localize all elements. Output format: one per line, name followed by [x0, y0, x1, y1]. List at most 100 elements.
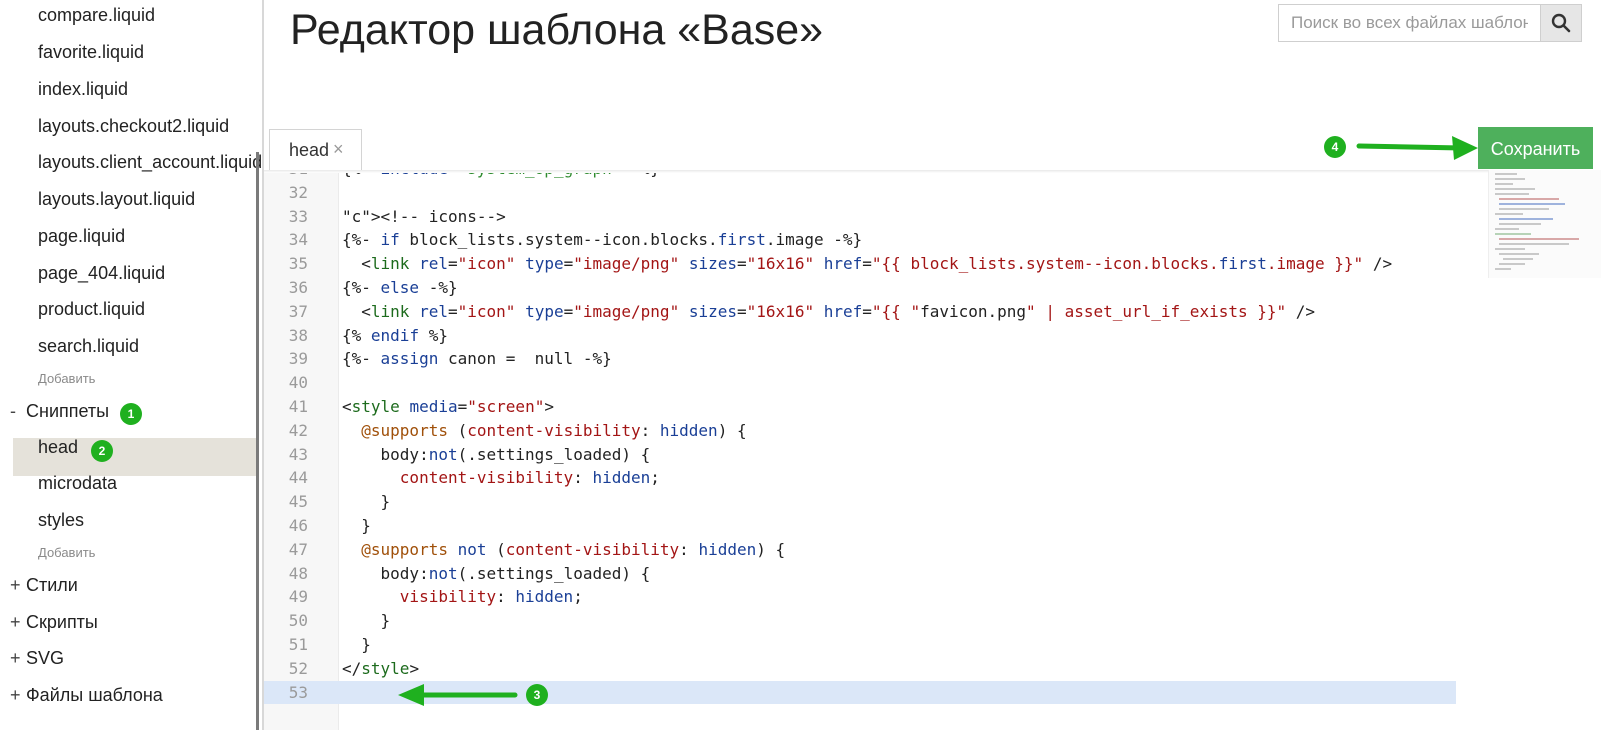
- code-text[interactable]: <link rel="icon" type="image/png" sizes=…: [342, 252, 1392, 276]
- page-title: Редактор шаблона «Base»: [290, 6, 824, 54]
- code-line[interactable]: 36 {%- else -%}: [264, 276, 1580, 300]
- search-icon: [1551, 13, 1571, 33]
- marker-3: 3: [526, 684, 548, 706]
- section-snippets[interactable]: - Сниппеты: [10, 401, 109, 422]
- snippet-item-microdata[interactable]: microdata: [38, 473, 117, 494]
- code-line[interactable]: 43 body:not(.settings_loaded) {: [264, 443, 1580, 467]
- code-line[interactable]: 42 @supports (content-visibility: hidden…: [264, 419, 1580, 443]
- section-label: Стили: [26, 575, 78, 595]
- save-button[interactable]: Сохранить: [1478, 127, 1593, 169]
- code-text[interactable]: </style>: [342, 657, 419, 681]
- code-lines[interactable]: 31{%- include 'system_op_graph' -%}3233"…: [264, 170, 1580, 705]
- code-text[interactable]: @supports (content-visibility: hidden) {: [342, 419, 746, 443]
- code-text[interactable]: body:not(.settings_loaded) {: [342, 443, 651, 467]
- code-line[interactable]: 48 body:not(.settings_loaded) {: [264, 562, 1580, 586]
- line-number: 38: [288, 325, 308, 345]
- code-line[interactable]: 50 }: [264, 609, 1580, 633]
- code-text[interactable]: }: [342, 514, 371, 538]
- file-sidebar: compare.liquid favorite.liquid index.liq…: [0, 0, 263, 730]
- file-item-layouts-checkout2[interactable]: layouts.checkout2.liquid: [38, 116, 229, 137]
- file-item-layouts-client-account[interactable]: layouts.client_account.liquid: [38, 152, 262, 173]
- code-text[interactable]: }: [342, 609, 391, 633]
- snippet-item-head[interactable]: head: [38, 437, 78, 458]
- add-snippet-link[interactable]: Добавить: [38, 545, 95, 560]
- code-text[interactable]: @supports not (content-visibility: hidde…: [342, 538, 785, 562]
- code-text[interactable]: body:not(.settings_loaded) {: [342, 562, 651, 586]
- line-number: 49: [288, 587, 308, 607]
- file-item-layouts-layout[interactable]: layouts.layout.liquid: [38, 189, 195, 210]
- line-number: 50: [288, 611, 308, 631]
- code-text[interactable]: content-visibility: hidden;: [342, 466, 660, 490]
- search-input[interactable]: [1278, 4, 1540, 42]
- code-line[interactable]: 34 {%- if block_lists.system--icon.blocks…: [264, 228, 1580, 252]
- expand-toggle: +: [10, 612, 21, 632]
- code-line[interactable]: 51 }: [264, 633, 1580, 657]
- line-number: 44: [288, 468, 308, 488]
- code-text[interactable]: "c"><!-- icons-->: [342, 205, 506, 229]
- minimap-preview: [1495, 173, 1579, 270]
- code-line[interactable]: 33 "c"><!-- icons-->: [264, 205, 1580, 229]
- search-button[interactable]: [1540, 4, 1582, 42]
- file-item-favorite[interactable]: favorite.liquid: [38, 42, 144, 63]
- section-svg[interactable]: + SVG: [10, 648, 64, 669]
- close-icon[interactable]: ×: [333, 139, 344, 160]
- code-line[interactable]: 53: [264, 680, 1456, 705]
- section-label: Файлы шаблона: [26, 685, 163, 705]
- file-item-product[interactable]: product.liquid: [38, 299, 145, 320]
- code-line[interactable]: 41 <style media="screen">: [264, 395, 1580, 419]
- tab-head[interactable]: head ×: [269, 129, 362, 172]
- expand-toggle: +: [10, 575, 21, 595]
- expand-toggle: +: [10, 648, 21, 668]
- editor-top-shadow: [264, 170, 1580, 173]
- code-line[interactable]: 40: [264, 371, 1580, 395]
- code-line[interactable]: 32: [264, 181, 1580, 205]
- add-template-link[interactable]: Добавить: [38, 371, 95, 386]
- code-text[interactable]: {%- else -%}: [342, 276, 458, 300]
- line-number: 46: [288, 515, 308, 535]
- code-text[interactable]: <style media="screen">: [342, 395, 554, 419]
- code-line[interactable]: 35 <link rel="icon" type="image/png" siz…: [264, 252, 1580, 276]
- file-item-index[interactable]: index.liquid: [38, 79, 128, 100]
- file-item-page-404[interactable]: page_404.liquid: [38, 263, 165, 284]
- line-number: 45: [288, 492, 308, 512]
- line-number: 42: [288, 420, 308, 440]
- marker-4: 4: [1324, 136, 1346, 158]
- code-line[interactable]: 44 content-visibility: hidden;: [264, 466, 1580, 490]
- line-number: 39: [288, 349, 308, 369]
- line-number: 48: [288, 563, 308, 583]
- sidebar-scrollbar[interactable]: [256, 152, 259, 730]
- code-line[interactable]: 38 {% endif %}: [264, 324, 1580, 348]
- code-text[interactable]: {% endif %}: [342, 324, 448, 348]
- file-item-search[interactable]: search.liquid: [38, 336, 139, 357]
- file-item-page[interactable]: page.liquid: [38, 226, 125, 247]
- code-text[interactable]: visibility: hidden;: [342, 585, 583, 609]
- code-line[interactable]: 46 }: [264, 514, 1580, 538]
- code-line[interactable]: 52 </style>: [264, 657, 1580, 681]
- code-minimap[interactable]: [1488, 170, 1601, 278]
- code-line[interactable]: 47 @supports not (content-visibility: hi…: [264, 538, 1580, 562]
- section-styles[interactable]: + Стили: [10, 575, 78, 596]
- line-number: 35: [288, 254, 308, 274]
- line-number: 36: [288, 277, 308, 297]
- code-text[interactable]: {%- if block_lists.system--icon.blocks.f…: [342, 228, 862, 252]
- code-line[interactable]: 45 }: [264, 490, 1580, 514]
- code-text[interactable]: {%- assign canon = null -%}: [342, 347, 612, 371]
- code-line[interactable]: 37 <link rel="icon" type="image/png" siz…: [264, 300, 1580, 324]
- line-number: 33: [288, 206, 308, 226]
- section-template-files[interactable]: + Файлы шаблона: [10, 685, 163, 706]
- line-number: 37: [288, 301, 308, 321]
- line-number: 43: [288, 444, 308, 464]
- code-line[interactable]: 49 visibility: hidden;: [264, 585, 1580, 609]
- marker-1: 1: [120, 403, 142, 425]
- code-editor[interactable]: 31{%- include 'system_op_graph' -%}3233"…: [264, 170, 1580, 730]
- code-text[interactable]: <link rel="icon" type="image/png" sizes=…: [342, 300, 1315, 324]
- section-label: SVG: [26, 648, 65, 668]
- code-text[interactable]: }: [342, 633, 371, 657]
- tab-label: head: [289, 140, 330, 160]
- file-item-compare[interactable]: compare.liquid: [38, 5, 155, 26]
- section-scripts[interactable]: + Скрипты: [10, 612, 98, 633]
- line-number: 32: [288, 182, 308, 202]
- code-text[interactable]: }: [342, 490, 391, 514]
- code-line[interactable]: 39 {%- assign canon = null -%}: [264, 347, 1580, 371]
- snippet-item-styles[interactable]: styles: [38, 510, 84, 531]
